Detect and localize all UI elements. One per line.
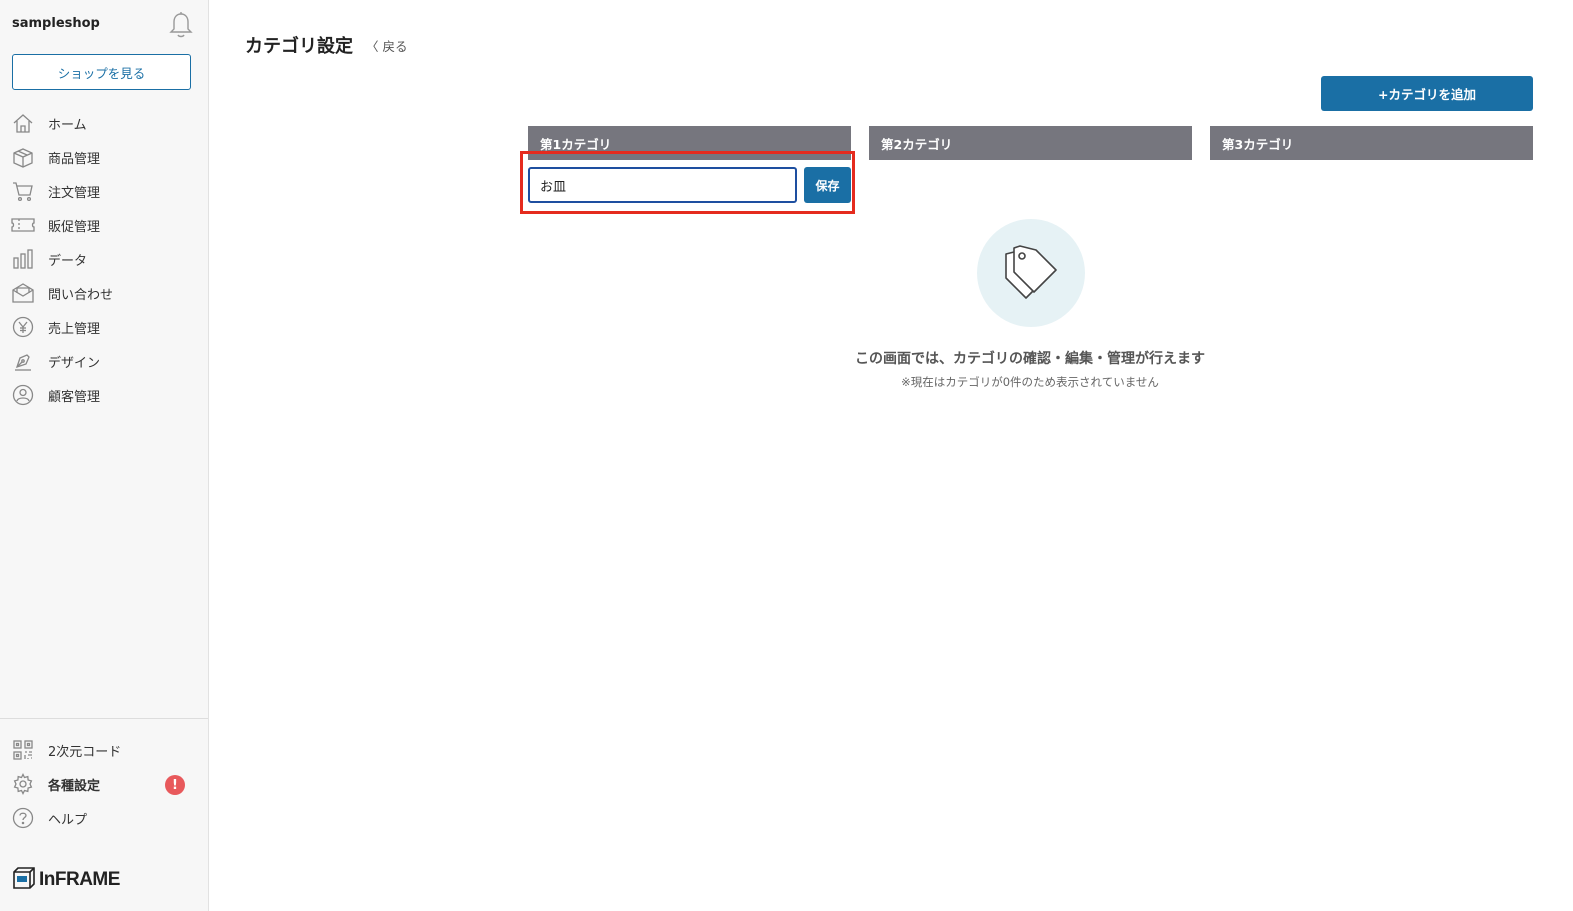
save-button[interactable]: 保存 [804, 167, 851, 203]
sidebar-item-orders[interactable]: 注文管理 [0, 174, 208, 208]
sidebar-item-sales[interactable]: 売上管理 [0, 310, 208, 344]
bell-icon[interactable] [168, 11, 194, 39]
bar-chart-icon [11, 247, 35, 271]
gear-icon [11, 772, 35, 796]
inframe-logo: InFRAME [12, 866, 120, 894]
sidebar-item-label: 注文管理 [48, 185, 101, 201]
ticket-icon [11, 213, 35, 237]
home-icon [11, 111, 35, 135]
logo-icon [12, 866, 36, 894]
sidebar-item-home[interactable]: ホーム [0, 106, 208, 140]
sidebar-item-label: 売上管理 [48, 321, 101, 337]
user-icon [11, 383, 35, 407]
empty-state-illustration [977, 219, 1085, 327]
sidebar-item-label: ホーム [48, 117, 87, 133]
column-header-category-3: 第3カテゴリ [1210, 126, 1533, 160]
sidebar-item-label: 各種設定 [48, 778, 101, 794]
sidebar-item-label: ヘルプ [48, 812, 88, 828]
pen-icon [11, 349, 35, 373]
tag-icon [1000, 242, 1062, 304]
view-shop-button[interactable]: ショップを見る [12, 54, 191, 90]
page-title: カテゴリ設定 [245, 36, 353, 57]
cart-icon [11, 179, 35, 203]
sidebar-divider [0, 718, 208, 719]
sidebar-item-label: 顧客管理 [48, 389, 101, 405]
empty-state-note: ※現在はカテゴリが0件のため表示されていません [901, 375, 1159, 389]
sidebar-item-label: 問い合わせ [48, 287, 114, 303]
sidebar-item-label: 商品管理 [48, 151, 101, 167]
sidebar-item-label: 2次元コード [48, 744, 122, 760]
yen-icon [11, 315, 35, 339]
sidebar-item-products[interactable]: 商品管理 [0, 140, 208, 174]
column-header-category-2: 第2カテゴリ [869, 126, 1192, 160]
sidebar-item-data[interactable]: データ [0, 242, 208, 276]
add-category-button[interactable]: +カテゴリを追加 [1321, 76, 1533, 111]
category-name-input[interactable] [528, 167, 797, 203]
sidebar-item-inquiries[interactable]: 問い合わせ [0, 276, 208, 310]
empty-state-title: この画面では、カテゴリの確認・編集・管理が行えます [855, 351, 1205, 367]
shop-name: sampleshop [12, 16, 100, 31]
main-nav: ホーム 商品管理 注文管理 販促管理 データ 問い合わせ 売上管理 デザイン 顧… [0, 106, 208, 412]
logo-text: InFRAME [39, 869, 120, 890]
sidebar-item-label: データ [48, 253, 88, 269]
help-icon [11, 806, 35, 830]
sidebar-item-promotions[interactable]: 販促管理 [0, 208, 208, 242]
qr-code-icon [11, 738, 35, 762]
box-icon [11, 145, 35, 169]
sidebar-item-design[interactable]: デザイン [0, 344, 208, 378]
settings-alert-badge: ! [165, 775, 185, 795]
sidebar-item-help[interactable]: ヘルプ [0, 801, 208, 835]
sidebar: sampleshop ショップを見る ホーム 商品管理 注文管理 販促管理 デー… [0, 0, 209, 911]
sidebar-item-label: 販促管理 [48, 219, 101, 235]
sidebar-item-qr-code[interactable]: 2次元コード [0, 733, 208, 767]
sidebar-item-label: デザイン [48, 355, 101, 371]
envelope-icon [11, 281, 35, 305]
back-link[interactable]: 〈 戻る [366, 36, 407, 55]
sidebar-item-customers[interactable]: 顧客管理 [0, 378, 208, 412]
